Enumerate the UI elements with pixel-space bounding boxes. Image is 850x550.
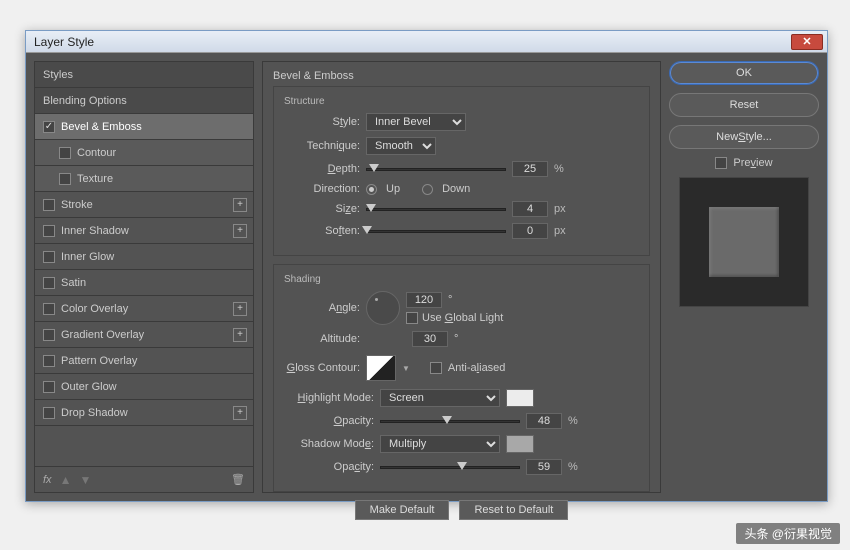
checkbox-inner-shadow[interactable]	[43, 225, 55, 237]
sidebar-item-texture[interactable]: Texture	[35, 166, 253, 192]
preview-label: Preview	[733, 157, 772, 169]
highlight-opacity-slider[interactable]	[380, 420, 520, 423]
radio-up[interactable]	[366, 184, 377, 195]
highlight-mode-label: Highlight Mode:	[284, 392, 374, 404]
shadow-opacity-label: Opacity:	[284, 461, 374, 473]
sidebar-item-blending[interactable]: Blending Options	[35, 88, 253, 114]
checkbox-outer-glow[interactable]	[43, 381, 55, 393]
altitude-label: Altitude:	[284, 333, 360, 345]
direction-label: Direction:	[284, 183, 360, 195]
angle-input[interactable]: 120	[406, 292, 442, 308]
reset-default-button[interactable]: Reset to Default	[459, 500, 568, 520]
style-select[interactable]: Inner Bevel	[366, 113, 466, 131]
checkbox-inner-glow[interactable]	[43, 251, 55, 263]
checkbox-global-light[interactable]	[406, 312, 418, 324]
sidebar-item-outer-glow[interactable]: Outer Glow	[35, 374, 253, 400]
sidebar-item-bevel[interactable]: Bevel & Emboss	[35, 114, 253, 140]
checkbox-gradient-overlay[interactable]	[43, 329, 55, 341]
style-label: Style:	[284, 116, 360, 128]
sidebar-item-inner-glow[interactable]: Inner Glow	[35, 244, 253, 270]
sidebar-item-color-overlay[interactable]: Color Overlay+	[35, 296, 253, 322]
checkbox-preview[interactable]	[715, 157, 727, 169]
checkbox-contour[interactable]	[59, 147, 71, 159]
highlight-opacity-label: Opacity:	[284, 415, 374, 427]
altitude-input[interactable]: 30	[412, 331, 448, 347]
checkbox-texture[interactable]	[59, 173, 71, 185]
arrow-up-icon[interactable]: ▲	[60, 473, 72, 487]
checkbox-pattern-overlay[interactable]	[43, 355, 55, 367]
arrow-down-icon[interactable]: ▼	[79, 473, 91, 487]
sidebar-item-gradient-overlay[interactable]: Gradient Overlay+	[35, 322, 253, 348]
shadow-mode-label: Shadow Mode:	[284, 438, 374, 450]
add-icon[interactable]: +	[233, 224, 247, 238]
angle-dial[interactable]	[366, 291, 400, 325]
global-light-label: Use Global Light	[422, 312, 503, 324]
layer-style-dialog: Layer Style ✕ Styles Blending Options Be…	[25, 30, 828, 502]
shadow-opacity-slider[interactable]	[380, 466, 520, 469]
make-default-button[interactable]: Make Default	[355, 500, 450, 520]
gloss-contour-label: Gloss Contour:	[284, 362, 360, 374]
shading-fieldset: Shading Angle: 120 ° Use Global Light	[273, 264, 650, 492]
ok-button[interactable]: OK	[669, 61, 819, 85]
soften-label: Soften:	[284, 225, 360, 237]
shadow-opacity-input[interactable]: 59	[526, 459, 562, 475]
panel-title: Bevel & Emboss	[273, 70, 650, 82]
titlebar[interactable]: Layer Style ✕	[26, 31, 827, 53]
window-title: Layer Style	[34, 35, 94, 49]
preview-swatch	[709, 207, 779, 277]
soften-slider[interactable]	[366, 230, 506, 233]
watermark: 头条 @衍果视觉	[736, 523, 840, 544]
chevron-down-icon[interactable]: ▼	[402, 364, 410, 373]
effects-sidebar: Styles Blending Options Bevel & Emboss C…	[34, 61, 254, 493]
dialog-actions: OK Reset New Style... Preview	[669, 61, 819, 493]
depth-slider[interactable]	[366, 168, 506, 171]
technique-select[interactable]: Smooth	[366, 137, 436, 155]
shadow-color-swatch[interactable]	[506, 435, 534, 453]
new-style-button[interactable]: New Style...	[669, 125, 819, 149]
reset-button[interactable]: Reset	[669, 93, 819, 117]
sidebar-item-styles[interactable]: Styles	[35, 62, 253, 88]
sidebar-item-drop-shadow[interactable]: Drop Shadow+	[35, 400, 253, 426]
size-slider[interactable]	[366, 208, 506, 211]
close-button[interactable]: ✕	[791, 34, 823, 50]
checkbox-drop-shadow[interactable]	[43, 407, 55, 419]
technique-label: Technique:	[284, 140, 360, 152]
depth-label: Depth:	[284, 163, 360, 175]
checkbox-color-overlay[interactable]	[43, 303, 55, 315]
structure-fieldset: Structure Style: Inner Bevel Technique: …	[273, 86, 650, 256]
checkbox-stroke[interactable]	[43, 199, 55, 211]
soften-input[interactable]: 0	[512, 223, 548, 239]
checkbox-bevel[interactable]	[43, 121, 55, 133]
checkbox-satin[interactable]	[43, 277, 55, 289]
fx-menu-icon[interactable]: fx	[43, 474, 52, 486]
checkbox-antialiased[interactable]	[430, 362, 442, 374]
sidebar-item-satin[interactable]: Satin	[35, 270, 253, 296]
preview-box	[679, 177, 809, 307]
highlight-opacity-input[interactable]: 48	[526, 413, 562, 429]
highlight-color-swatch[interactable]	[506, 389, 534, 407]
add-icon[interactable]: +	[233, 328, 247, 342]
add-icon[interactable]: +	[233, 302, 247, 316]
angle-label: Angle:	[284, 302, 360, 314]
settings-panel: Bevel & Emboss Structure Style: Inner Be…	[262, 61, 661, 493]
sidebar-item-inner-shadow[interactable]: Inner Shadow+	[35, 218, 253, 244]
close-icon: ✕	[802, 35, 811, 48]
size-input[interactable]: 4	[512, 201, 548, 217]
sidebar-footer: fx ▲ ▼ 🗑	[35, 466, 253, 492]
trash-icon[interactable]: 🗑	[231, 473, 245, 486]
add-icon[interactable]: +	[233, 406, 247, 420]
sidebar-item-contour[interactable]: Contour	[35, 140, 253, 166]
depth-input[interactable]: 25	[512, 161, 548, 177]
add-icon[interactable]: +	[233, 198, 247, 212]
highlight-mode-select[interactable]: Screen	[380, 389, 500, 407]
radio-down[interactable]	[422, 184, 433, 195]
gloss-contour-picker[interactable]	[366, 355, 396, 381]
size-label: Size:	[284, 203, 360, 215]
sidebar-item-pattern-overlay[interactable]: Pattern Overlay	[35, 348, 253, 374]
sidebar-item-stroke[interactable]: Stroke+	[35, 192, 253, 218]
shadow-mode-select[interactable]: Multiply	[380, 435, 500, 453]
antialiased-label: Anti-aliased	[448, 362, 506, 374]
